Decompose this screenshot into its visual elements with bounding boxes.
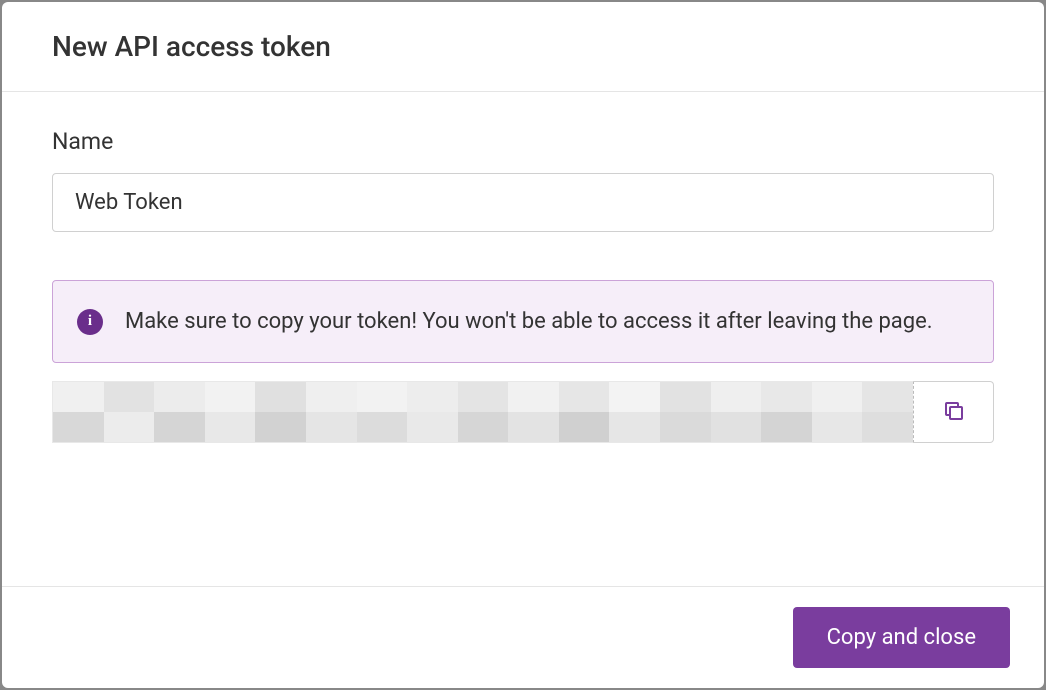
name-label: Name [52,128,994,155]
token-value-redacted[interactable] [52,381,914,443]
info-icon: i [77,309,103,335]
token-row [52,381,994,443]
name-input[interactable] [52,173,994,232]
modal-title: New API access token [52,30,994,63]
modal-body: Name i Make sure to copy your token! You… [2,92,1044,586]
modal-header: New API access token [2,2,1044,92]
copy-icon [942,399,966,426]
pixelated-overlay [53,382,913,442]
new-api-token-modal: New API access token Name i Make sure to… [2,2,1044,688]
copy-and-close-button[interactable]: Copy and close [793,607,1010,668]
modal-footer: Copy and close [2,586,1044,688]
info-banner: i Make sure to copy your token! You won'… [52,280,994,363]
info-message: Make sure to copy your token! You won't … [125,305,933,338]
copy-token-button[interactable] [914,381,994,443]
